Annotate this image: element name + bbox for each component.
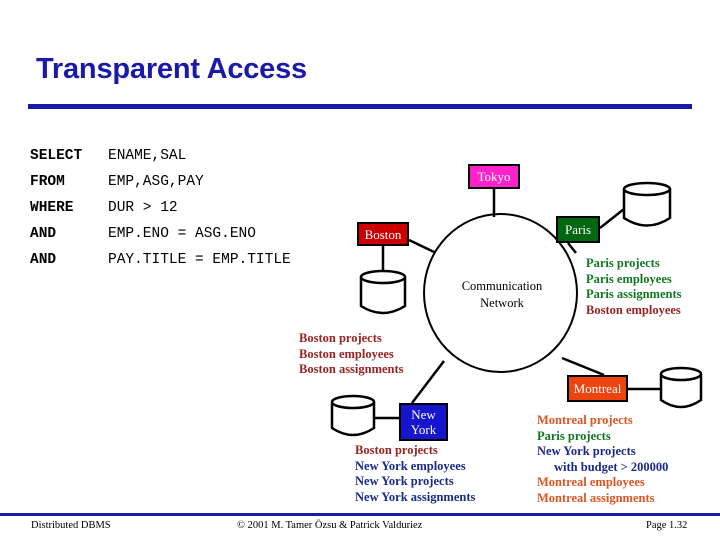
fragment-item: with budget > 200000 [554, 459, 669, 474]
sql-expression: EMP.ENO = ASG.ENO [108, 226, 256, 242]
title-divider [28, 104, 692, 109]
sql-expression: EMP,ASG,PAY [108, 174, 204, 190]
site-label-montreal: Montreal [573, 381, 622, 396]
sql-keyword: FROM [30, 174, 65, 190]
footer-course-label: Distributed DBMS [31, 520, 111, 531]
fragment-item: Boston employees [586, 302, 681, 317]
fragment-item: New York assignments [355, 489, 476, 504]
network-label-line2: Network [480, 296, 524, 310]
fragment-item: Boston employees [299, 346, 394, 361]
fragment-list-boston: Boston projects Boston employees Boston … [299, 331, 404, 378]
fragment-item: New York projects [355, 474, 454, 488]
sql-keyword: SELECT [30, 148, 83, 164]
database-cylinder-new-york [328, 393, 378, 443]
database-cylinder-paris [620, 180, 674, 234]
slide-canvas: Transparent Access SELECT ENAME,SAL FROM… [0, 0, 720, 540]
fragment-item: Paris projects [586, 256, 660, 270]
fragment-item: Paris employees [586, 271, 672, 286]
site-node-paris[interactable]: Paris [556, 216, 600, 243]
sql-line: AND EMP.ENO = ASG.ENO [30, 221, 291, 247]
fragment-item: Boston projects [355, 443, 438, 457]
fragment-item: New York projects [537, 444, 636, 458]
site-node-tokyo[interactable]: Tokyo [468, 164, 520, 189]
sql-line: AND PAY.TITLE = EMP.TITLE [30, 247, 291, 273]
site-label-tokyo: Tokyo [477, 169, 511, 184]
sql-line: WHERE DUR > 12 [30, 195, 291, 221]
database-cylinder-montreal [657, 365, 705, 415]
sql-line: SELECT ENAME,SAL [30, 143, 291, 169]
footer-copyright: © 2001 M. Tamer Özsu & Patrick Valduriez [237, 520, 423, 531]
page-title: Transparent Access [36, 53, 307, 85]
fragment-item: Paris assignments [586, 287, 682, 301]
communication-network-label: Communication Network [440, 278, 564, 312]
database-cylinder-boston [357, 268, 409, 320]
fragment-item: Boston projects [299, 331, 382, 345]
site-node-new-york[interactable]: New York [399, 403, 448, 441]
site-label-new-york: New York [410, 407, 437, 437]
sql-keyword: WHERE [30, 200, 74, 216]
site-node-boston[interactable]: Boston [357, 222, 409, 246]
footer-divider [0, 513, 720, 516]
sql-query-block: SELECT ENAME,SAL FROM EMP,ASG,PAY WHERE … [30, 143, 291, 273]
sql-keyword: AND [30, 226, 57, 242]
sql-expression: ENAME,SAL [108, 148, 187, 164]
fragment-item: Montreal assignments [537, 490, 655, 505]
fragment-list-new-york: Boston projects New York employees New Y… [355, 443, 475, 505]
fragment-item: Montreal employees [537, 475, 645, 489]
footer-page-number: Page 1.32 [646, 520, 688, 531]
fragment-list-montreal: Montreal projects Paris projects New Yor… [537, 413, 668, 506]
fragment-list-paris: Paris projects Paris employees Paris ass… [586, 256, 682, 318]
sql-expression: DUR > 12 [108, 200, 178, 216]
fragment-item: New York employees [355, 458, 466, 473]
fragment-item: Boston assignments [299, 362, 404, 376]
site-label-boston: Boston [364, 226, 402, 242]
sql-keyword: AND [30, 252, 57, 268]
network-label-line1: Communication [461, 279, 543, 293]
fragment-item: Montreal projects [537, 413, 633, 427]
sql-expression: PAY.TITLE = EMP.TITLE [108, 252, 291, 268]
site-node-montreal[interactable]: Montreal [567, 375, 628, 402]
sql-line: FROM EMP,ASG,PAY [30, 169, 291, 195]
fragment-item: Paris projects [537, 428, 611, 443]
site-label-paris: Paris [565, 222, 591, 237]
